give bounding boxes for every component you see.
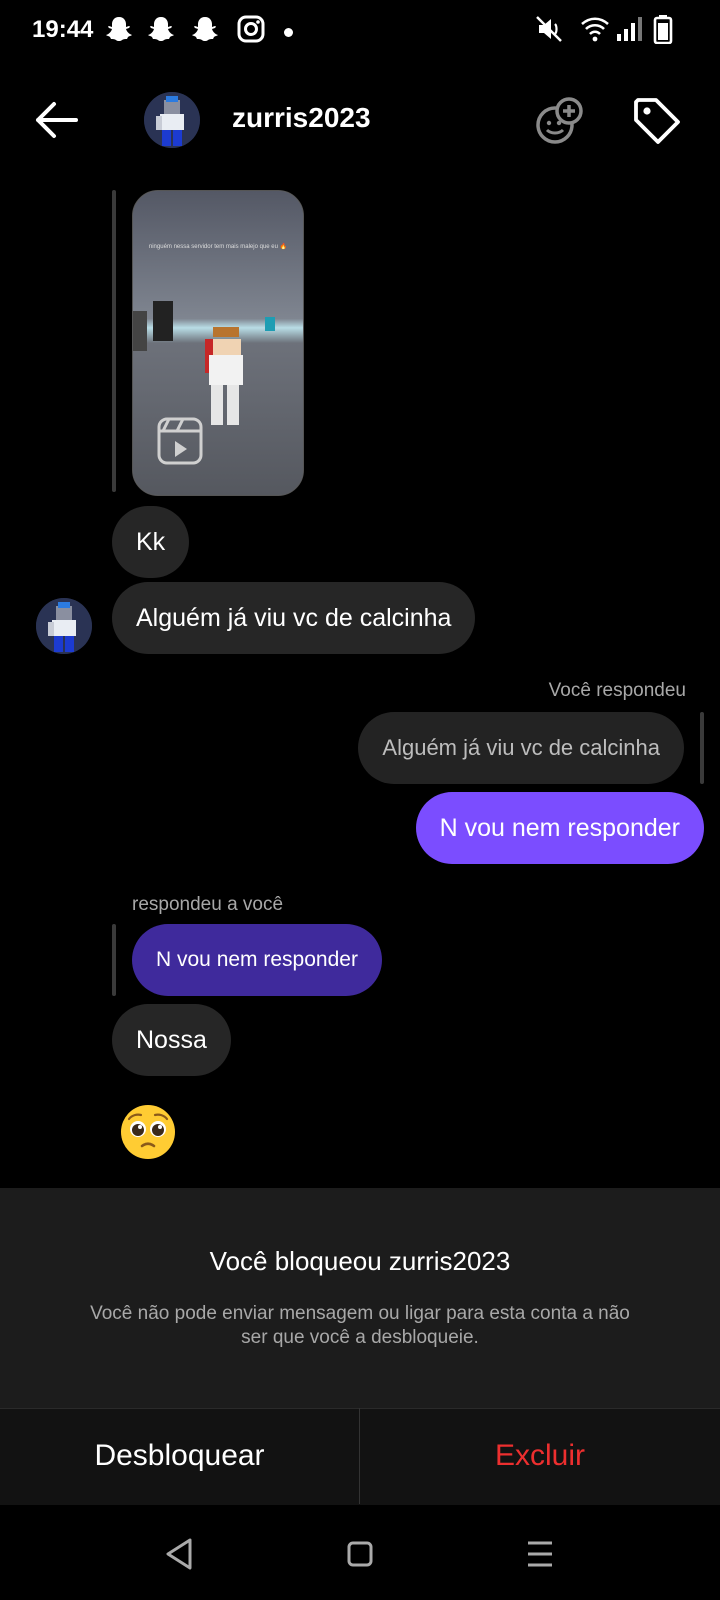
blocked-panel bbox=[0, 1188, 720, 1408]
message-bubble[interactable]: Nossa bbox=[112, 1004, 231, 1076]
message-bubble[interactable]: Alguém já viu vc de calcinha bbox=[112, 582, 476, 654]
tag-button[interactable] bbox=[632, 96, 682, 146]
delete-button[interactable]: Excluir bbox=[360, 1408, 720, 1504]
wifi-icon bbox=[580, 14, 610, 44]
header-username[interactable]: zurris2023 bbox=[232, 102, 371, 134]
message-bubble[interactable]: Kk bbox=[112, 506, 190, 578]
tag-icon bbox=[634, 98, 680, 144]
snapchat-icon bbox=[146, 14, 176, 44]
reply-indicator bbox=[700, 712, 704, 784]
notification-dot bbox=[284, 28, 293, 37]
reply-indicator bbox=[112, 924, 116, 996]
instagram-icon bbox=[236, 14, 266, 44]
replied-to-you-label: respondeu a você bbox=[132, 894, 284, 915]
mute-icon bbox=[534, 14, 564, 44]
reel-caption: ninguém nessa servidor tem mais malejo q… bbox=[148, 244, 288, 250]
blocked-title: Você bloqueou zurris2023 bbox=[209, 1246, 511, 1276]
back-triangle-icon[interactable] bbox=[160, 1534, 200, 1574]
effects-button[interactable] bbox=[534, 96, 584, 146]
reel-thumbnail[interactable]: ninguém nessa servidor tem mais malejo q… bbox=[132, 190, 304, 496]
avatar[interactable] bbox=[36, 598, 92, 654]
quoted-message[interactable]: N vou nem responder bbox=[132, 924, 382, 996]
blocked-description: Você não pode enviar mensagem ou ligar p… bbox=[90, 1303, 630, 1348]
menu-lines-icon[interactable] bbox=[520, 1534, 560, 1574]
you-replied-label: Você respondeu bbox=[548, 680, 686, 701]
pleading-face-emoji[interactable] bbox=[120, 1104, 176, 1160]
reply-indicator bbox=[112, 190, 116, 492]
status-time: 19:44 bbox=[32, 16, 94, 43]
arrow-left-icon bbox=[36, 102, 78, 138]
face-add-icon bbox=[536, 97, 583, 144]
avatar[interactable] bbox=[144, 92, 200, 148]
snapchat-icon bbox=[190, 14, 220, 44]
my-message-bubble[interactable]: N vou nem responder bbox=[415, 792, 704, 864]
home-square-icon[interactable] bbox=[340, 1534, 380, 1574]
battery-icon bbox=[648, 14, 678, 45]
signal-icon bbox=[614, 14, 644, 44]
unblock-button[interactable]: Desbloquear bbox=[0, 1408, 359, 1504]
snapchat-icon bbox=[104, 14, 134, 44]
back-button[interactable] bbox=[32, 100, 80, 140]
quoted-message[interactable]: Alguém já viu vc de calcinha bbox=[358, 712, 684, 784]
